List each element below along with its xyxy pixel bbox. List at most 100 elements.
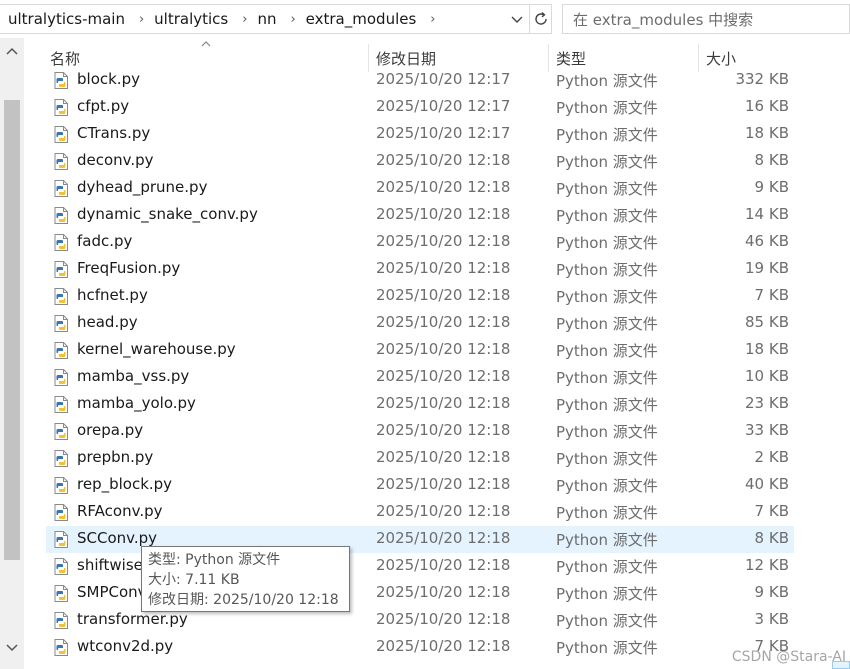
watermark: CSDN @Stara-AI <box>731 649 846 665</box>
file-size: 332 KB <box>735 70 789 88</box>
file-row[interactable]: orepa.py 2025/10/20 12:18 Python 源文件 33 KB <box>46 418 794 445</box>
file-date: 2025/10/20 12:18 <box>376 178 511 196</box>
tooltip-size: 大小: 7.11 KB <box>148 572 240 588</box>
file-date: 2025/10/20 12:18 <box>376 421 511 439</box>
file-name: block.py <box>77 70 140 88</box>
file-row[interactable]: fadc.py 2025/10/20 12:18 Python 源文件 46 KB <box>46 229 794 256</box>
python-file-icon <box>54 126 68 143</box>
file-row[interactable]: dyhead_prune.py 2025/10/20 12:18 Python 源文… <box>46 175 794 202</box>
chevron-right-icon[interactable]: › <box>228 12 249 27</box>
file-date: 2025/10/20 12:18 <box>376 394 511 412</box>
chevron-right-icon[interactable]: › <box>276 12 297 27</box>
breadcrumb-ultralytics-main[interactable]: ultralytics-main <box>0 10 125 28</box>
file-type: Python 源文件 <box>556 558 658 576</box>
python-file-icon <box>54 423 68 440</box>
file-date: 2025/10/20 12:18 <box>376 637 511 655</box>
file-row[interactable]: kernel_warehouse.py 2025/10/20 12:18 Pytho… <box>46 337 794 364</box>
tooltip-type: 类型: Python 源文件 <box>148 552 281 568</box>
file-row[interactable]: deconv.py 2025/10/20 12:18 Python 源文件 8 KB <box>46 148 794 175</box>
file-size: 12 KB <box>745 556 789 574</box>
file-row[interactable]: wtconv2d.py 2025/10/20 12:18 Python 源文件 7 K… <box>46 634 794 661</box>
address-bar[interactable]: ultralytics-main › ultralytics › nn › ex… <box>0 4 530 34</box>
breadcrumb-nn[interactable]: nn <box>249 10 276 28</box>
file-name: fadc.py <box>77 232 133 250</box>
python-file-icon <box>54 531 68 548</box>
file-size: 2 KB <box>754 448 789 466</box>
file-size: 14 KB <box>745 205 789 223</box>
file-size: 33 KB <box>745 421 789 439</box>
resize-grip[interactable] <box>832 661 850 669</box>
file-name: mamba_yolo.py <box>77 394 196 412</box>
search-input[interactable]: 在 extra_modules 中搜索 <box>562 4 850 34</box>
python-file-icon <box>54 99 68 116</box>
file-type: Python 源文件 <box>556 639 658 657</box>
file-size: 85 KB <box>745 313 789 331</box>
file-row[interactable]: CTrans.py 2025/10/20 12:17 Python 源文件 18 KB <box>46 121 794 148</box>
file-size: 7 KB <box>754 502 789 520</box>
refresh-button[interactable] <box>530 4 552 34</box>
python-file-icon <box>54 585 68 602</box>
vertical-scrollbar[interactable] <box>0 38 24 669</box>
python-file-icon <box>54 180 68 197</box>
file-name: CTrans.py <box>77 124 151 142</box>
python-file-icon <box>54 207 68 224</box>
file-name: dynamic_snake_conv.py <box>77 205 258 223</box>
breadcrumb-ultralytics[interactable]: ultralytics <box>146 10 228 28</box>
file-name: SCConv.py <box>77 529 158 547</box>
file-row[interactable]: hcfnet.py 2025/10/20 12:18 Python 源文件 7 KB <box>46 283 794 310</box>
scroll-down-icon[interactable] <box>6 643 18 653</box>
file-type: Python 源文件 <box>556 369 658 387</box>
file-date: 2025/10/20 12:18 <box>376 286 511 304</box>
file-date: 2025/10/20 12:17 <box>376 97 511 115</box>
sort-ascending-icon <box>201 41 211 47</box>
file-size: 7 KB <box>754 286 789 304</box>
file-name: SMPConv <box>77 583 147 601</box>
file-row[interactable]: dynamic_snake_conv.py 2025/10/20 12:18 Pyt… <box>46 202 794 229</box>
tooltip-modified: 修改日期: 2025/10/20 12:18 <box>148 592 339 608</box>
file-name: head.py <box>77 313 138 331</box>
file-row[interactable]: cfpt.py 2025/10/20 12:17 Python 源文件 16 KB <box>46 94 794 121</box>
breadcrumb-extra-modules[interactable]: extra_modules <box>298 10 417 28</box>
file-row[interactable]: head.py 2025/10/20 12:18 Python 源文件 85 KB <box>46 310 794 337</box>
file-row[interactable]: mamba_yolo.py 2025/10/20 12:18 Python 源文件 2… <box>46 391 794 418</box>
file-name: hcfnet.py <box>77 286 148 304</box>
file-row[interactable]: RFAconv.py 2025/10/20 12:18 Python 源文件 7 KB <box>46 499 794 526</box>
file-row[interactable]: block.py 2025/10/20 12:17 Python 源文件 332 KB <box>46 67 794 94</box>
python-file-icon <box>54 369 68 386</box>
file-date: 2025/10/20 12:17 <box>376 124 511 142</box>
file-size: 40 KB <box>745 475 789 493</box>
chevron-right-icon[interactable]: › <box>416 12 437 27</box>
file-size: 3 KB <box>754 610 789 628</box>
file-type: Python 源文件 <box>556 72 658 90</box>
scroll-up-icon[interactable] <box>6 46 18 56</box>
file-name: rep_block.py <box>77 475 173 493</box>
file-row[interactable]: FreqFusion.py 2025/10/20 12:18 Python 源文件 1… <box>46 256 794 283</box>
python-file-icon <box>54 315 68 332</box>
file-type: Python 源文件 <box>556 99 658 117</box>
file-size: 9 KB <box>754 583 789 601</box>
file-size: 19 KB <box>745 259 789 277</box>
file-date: 2025/10/20 12:18 <box>376 610 511 628</box>
file-date: 2025/10/20 12:18 <box>376 205 511 223</box>
file-date: 2025/10/20 12:18 <box>376 448 511 466</box>
file-size: 10 KB <box>745 367 789 385</box>
chevron-right-icon[interactable]: › <box>125 12 146 27</box>
python-file-icon <box>54 396 68 413</box>
file-date: 2025/10/20 12:18 <box>376 259 511 277</box>
file-size: 23 KB <box>745 394 789 412</box>
python-file-icon <box>54 234 68 251</box>
file-row[interactable]: prepbn.py 2025/10/20 12:18 Python 源文件 2 KB <box>46 445 794 472</box>
file-type: Python 源文件 <box>556 180 658 198</box>
file-type: Python 源文件 <box>556 342 658 360</box>
file-type: Python 源文件 <box>556 477 658 495</box>
file-row[interactable]: mamba_vss.py 2025/10/20 12:18 Python 源文件 10… <box>46 364 794 391</box>
file-type: Python 源文件 <box>556 450 658 468</box>
python-file-icon <box>54 72 68 89</box>
scrollbar-thumb[interactable] <box>4 100 20 560</box>
file-row[interactable]: rep_block.py 2025/10/20 12:18 Python 源文件 40… <box>46 472 794 499</box>
file-type: Python 源文件 <box>556 504 658 522</box>
chevron-down-icon[interactable] <box>509 11 525 27</box>
file-name: shiftwise <box>77 556 143 574</box>
python-file-icon <box>54 612 68 629</box>
file-name: RFAconv.py <box>77 502 163 520</box>
